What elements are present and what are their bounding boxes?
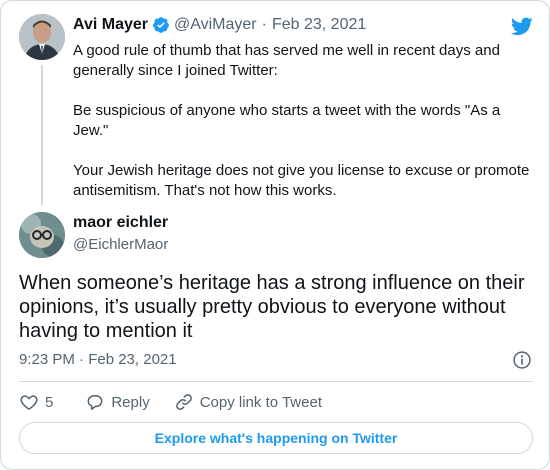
- quoted-paragraph: Your Jewish heritage does not give you l…: [73, 162, 530, 199]
- avatar[interactable]: [19, 212, 65, 258]
- reply-icon: [87, 395, 103, 410]
- info-icon[interactable]: [512, 350, 532, 370]
- heart-icon: [20, 395, 38, 410]
- quoted-paragraph: A good rule of thumb that has served me …: [73, 42, 500, 79]
- embedded-tweet-card: Avi Mayer @AviMayer · Feb 23, 2021 A goo…: [0, 0, 550, 470]
- like-count: 5: [45, 393, 54, 411]
- reply-author-handle[interactable]: @EichlerMaor: [73, 236, 168, 253]
- reply-author-name[interactable]: maor eichler: [73, 214, 168, 232]
- verified-badge-icon: [153, 17, 169, 33]
- thread-connector-line: [41, 65, 43, 205]
- quoted-tweet-text: A good rule of thumb that has served me …: [73, 41, 533, 201]
- copy-link-label: Copy link to Tweet: [199, 393, 322, 411]
- quoted-author-name[interactable]: Avi Mayer: [73, 16, 148, 34]
- quoted-author-handle[interactable]: @AviMayer: [174, 16, 257, 34]
- quoted-paragraph: Be suspicious of anyone who starts a twe…: [73, 102, 501, 139]
- copy-link-button[interactable]: Copy link to Tweet: [174, 392, 322, 412]
- like-button[interactable]: 5: [19, 392, 53, 412]
- explore-twitter-button[interactable]: Explore what's happening on Twitter: [19, 422, 533, 454]
- divider: [19, 381, 533, 382]
- dot-separator: ·: [261, 16, 267, 33]
- quoted-tweet-header: Avi Mayer @AviMayer · Feb 23, 2021: [73, 14, 366, 36]
- tweet-actions: 5 Reply Copy link to Tweet: [19, 391, 322, 413]
- avatar[interactable]: [19, 14, 65, 60]
- twitter-bird-icon[interactable]: [510, 15, 534, 37]
- quoted-tweet-date[interactable]: Feb 23, 2021: [272, 16, 366, 34]
- reply-button[interactable]: Reply: [85, 392, 150, 412]
- reply-label: Reply: [111, 393, 150, 411]
- tweet-timestamp[interactable]: 9:23 PM · Feb 23, 2021: [19, 351, 177, 368]
- link-icon: [175, 394, 192, 410]
- reply-tweet-text: When someone’s heritage has a strong inf…: [19, 272, 525, 342]
